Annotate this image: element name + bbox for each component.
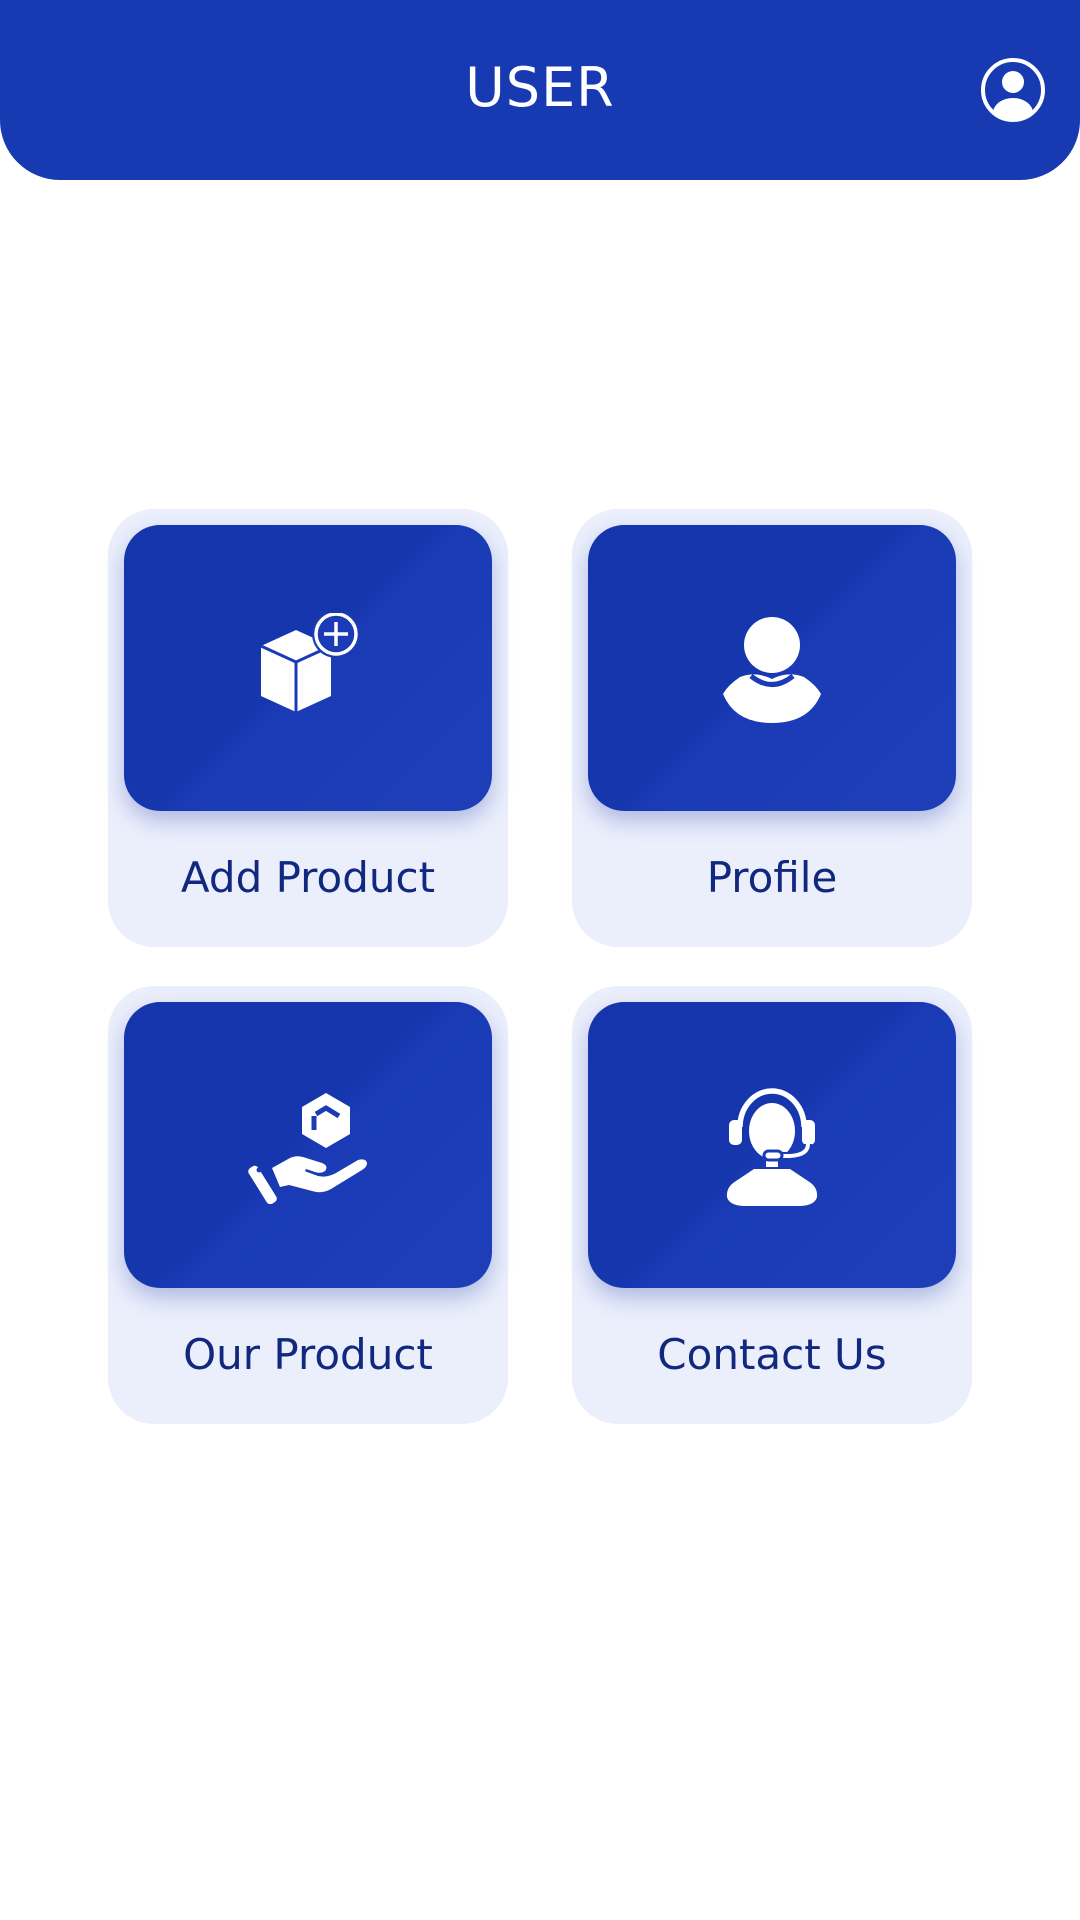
menu-label-our-product: Our Product: [183, 1330, 433, 1379]
app-bar: USER: [0, 0, 1080, 180]
menu-card-profile[interactable]: Profile: [572, 509, 972, 947]
menu-card-add-product[interactable]: Add Product: [108, 509, 508, 947]
menu-label-profile: Profile: [706, 853, 838, 902]
menu-tile-profile[interactable]: [588, 525, 956, 811]
menu-card-contact-us[interactable]: Contact Us: [572, 986, 972, 1424]
user-icon: [723, 617, 821, 723]
menu-tile-contact-us[interactable]: [588, 1002, 956, 1288]
menu-tile-add-product[interactable]: [124, 525, 492, 811]
menu-label-add-product: Add Product: [180, 853, 436, 902]
hand-box-icon: [248, 1093, 367, 1204]
menu-label-contact-us: Contact Us: [657, 1330, 887, 1379]
menu-card-our-product[interactable]: Our Product: [108, 986, 508, 1424]
menu-tile-our-product[interactable]: [124, 1002, 492, 1288]
account-circle-icon[interactable]: [980, 57, 1046, 123]
headset-support-icon: [726, 1088, 818, 1206]
page-title: USER: [465, 56, 615, 119]
add-box-icon: [260, 613, 360, 712]
